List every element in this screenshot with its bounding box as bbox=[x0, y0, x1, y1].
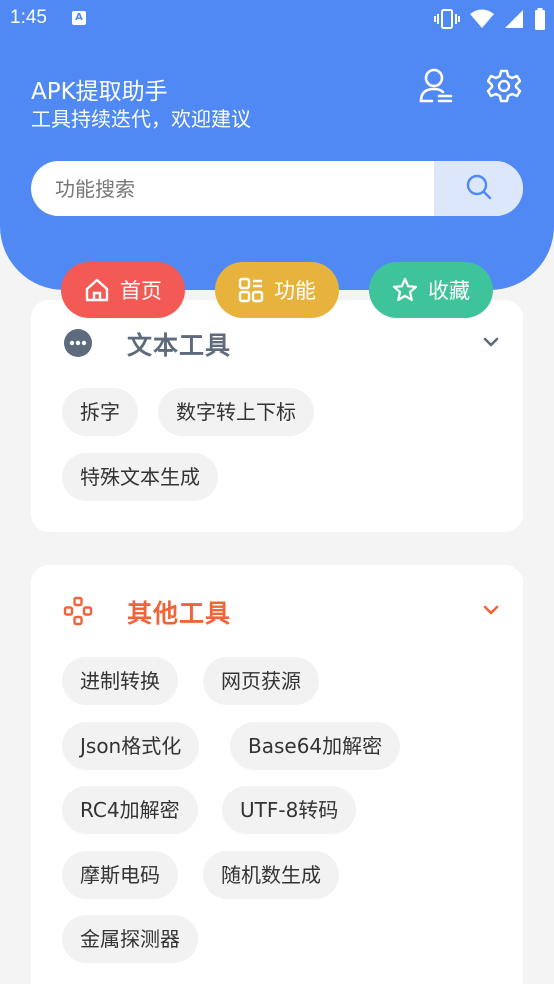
home-icon bbox=[84, 277, 110, 303]
tool-chip[interactable]: 随机数生成 bbox=[203, 851, 339, 899]
chat-dots-icon bbox=[63, 328, 93, 358]
nav-home-button[interactable]: 首页 bbox=[61, 262, 185, 318]
tool-chip[interactable]: 摩斯电码 bbox=[62, 851, 178, 899]
section-title: 其他工具 bbox=[127, 599, 232, 628]
section-card-other-tools: 其他工具 进制转换 网页获源 Json格式化 Base64加解密 RC4加解密 … bbox=[31, 565, 523, 984]
vibrate-icon bbox=[434, 9, 460, 33]
grid-icon bbox=[238, 277, 264, 303]
nav-label: 首页 bbox=[120, 279, 162, 303]
notification-icon: A bbox=[72, 11, 86, 25]
nav-favorites-button[interactable]: 收藏 bbox=[369, 262, 493, 318]
tool-chip[interactable]: RC4加解密 bbox=[62, 786, 198, 834]
section-header-other-tools[interactable]: 其他工具 bbox=[31, 581, 523, 641]
gear-icon[interactable] bbox=[484, 66, 524, 106]
search-input[interactable] bbox=[31, 161, 434, 216]
battery-icon bbox=[534, 8, 546, 34]
signal-icon bbox=[504, 9, 524, 33]
app-title: APK提取助手 bbox=[31, 79, 168, 105]
user-icon[interactable] bbox=[416, 66, 456, 106]
nav-label: 收藏 bbox=[428, 279, 470, 303]
status-bar: 1:45 A bbox=[0, 0, 554, 38]
status-time: 1:45 bbox=[10, 7, 47, 28]
search-icon bbox=[465, 173, 493, 205]
tool-chip[interactable]: 特殊文本生成 bbox=[62, 453, 218, 501]
search-bar bbox=[31, 161, 523, 216]
tool-chip[interactable]: Base64加解密 bbox=[230, 722, 401, 770]
tool-chip[interactable]: 进制转换 bbox=[62, 657, 178, 705]
wifi-icon bbox=[470, 9, 494, 33]
chevron-down-icon[interactable] bbox=[481, 600, 501, 620]
section-header-text-tools[interactable]: 文本工具 bbox=[31, 312, 523, 372]
app-subtitle: 工具持续迭代，欢迎建议 bbox=[31, 107, 251, 131]
tool-chip[interactable]: 拆字 bbox=[62, 388, 138, 436]
star-icon bbox=[392, 277, 418, 303]
search-button[interactable] bbox=[434, 161, 523, 216]
chevron-down-icon[interactable] bbox=[481, 332, 501, 352]
tool-chip[interactable]: UTF-8转码 bbox=[222, 786, 357, 834]
section-title: 文本工具 bbox=[127, 331, 232, 360]
nav-features-button[interactable]: 功能 bbox=[215, 262, 339, 318]
nav-label: 功能 bbox=[274, 279, 316, 303]
section-card-text-tools: 文本工具 拆字 数字转上下标 特殊文本生成 bbox=[31, 300, 523, 532]
tool-chip[interactable]: 网页获源 bbox=[203, 657, 319, 705]
status-icons bbox=[434, 8, 546, 34]
app-header: 1:45 A APK提取助手 工具持续迭代，欢迎建议 bbox=[0, 0, 554, 290]
tool-chip[interactable]: 数字转上下标 bbox=[158, 388, 314, 436]
tool-chip[interactable]: 金属探测器 bbox=[62, 915, 198, 963]
gamepad-icon bbox=[63, 596, 93, 626]
tool-chip[interactable]: Json格式化 bbox=[62, 722, 200, 770]
